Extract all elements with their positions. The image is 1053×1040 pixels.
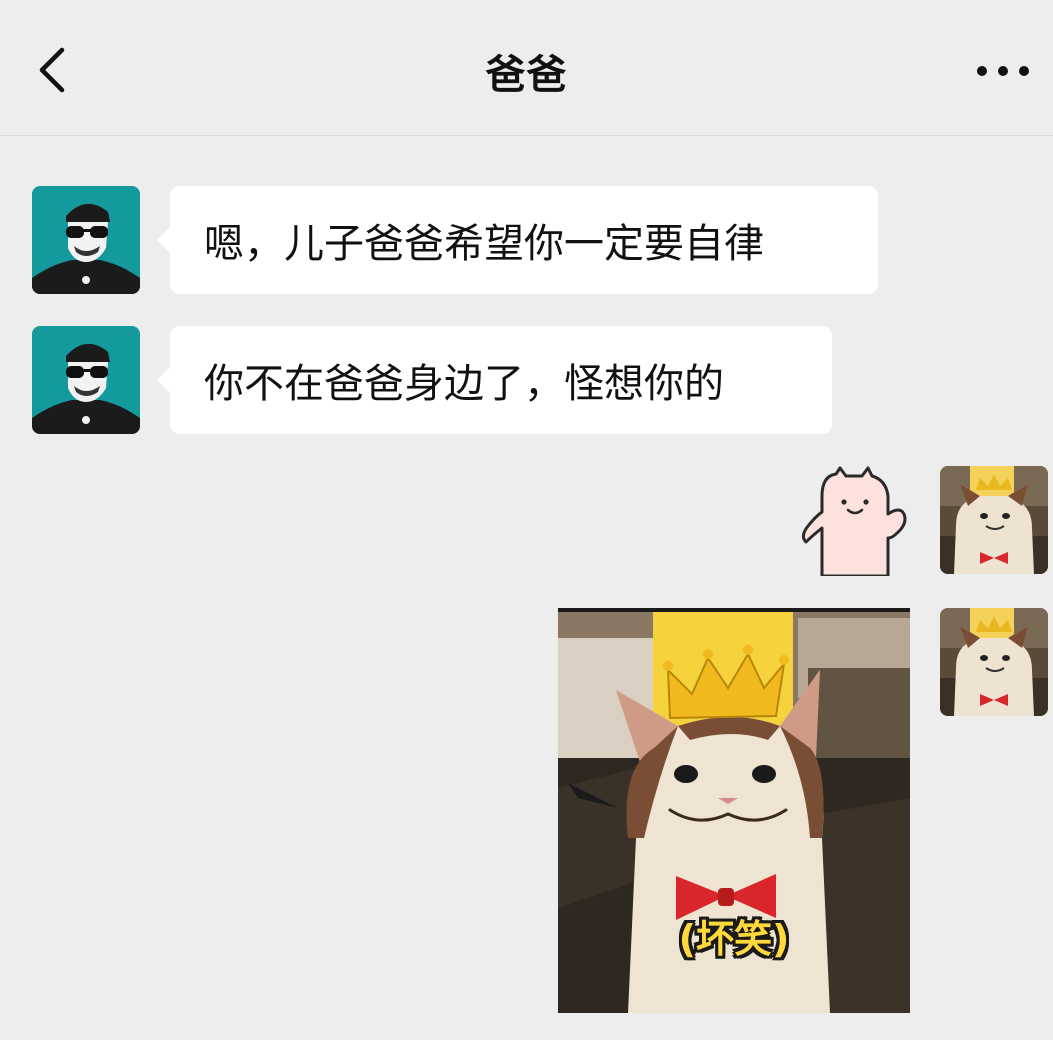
more-button[interactable]	[968, 54, 1038, 88]
image-message[interactable]: (坏笑)	[558, 608, 910, 1013]
contact-avatar-image	[32, 186, 140, 294]
contact-avatar[interactable]	[32, 326, 140, 434]
chat-header: 爸爸	[0, 0, 1053, 136]
chat-screen: 爸爸 嗯，儿子爸爸希望你一定要自律 你不在爸爸身边了，怪想你的 (坏笑)	[0, 0, 1053, 1040]
sticker-message[interactable]	[800, 466, 914, 578]
more-horizontal-icon	[977, 66, 1029, 76]
my-avatar[interactable]	[940, 466, 1048, 574]
image-caption: (坏笑)	[678, 917, 790, 961]
message-text: 你不在爸爸身边了，怪想你的	[204, 361, 724, 407]
contact-avatar-image	[32, 326, 140, 434]
message-text: 嗯，儿子爸爸希望你一定要自律	[204, 221, 764, 267]
my-avatar[interactable]	[940, 608, 1048, 716]
chat-title: 爸爸	[485, 52, 568, 98]
message-bubble[interactable]: 嗯，儿子爸爸希望你一定要自律	[157, 186, 878, 294]
message-bubble[interactable]: 你不在爸爸身边了，怪想你的	[157, 326, 832, 434]
crowned-cat-avatar	[940, 608, 1048, 716]
contact-avatar[interactable]	[32, 186, 140, 294]
waving-pink-cat-sticker	[801, 466, 907, 578]
crowned-cat-avatar	[940, 466, 1048, 574]
